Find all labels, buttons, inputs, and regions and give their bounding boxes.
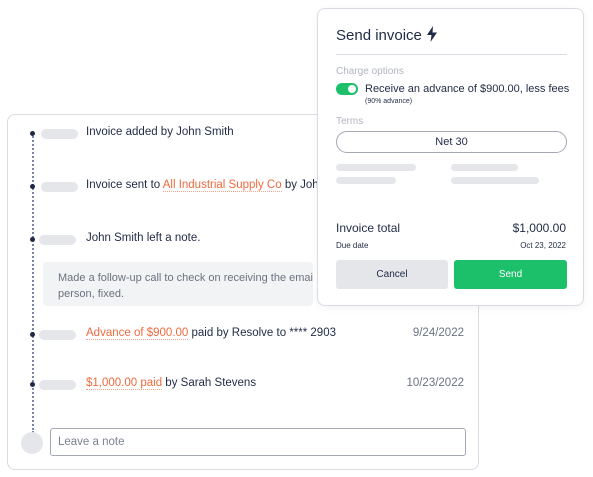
entry-text-suffix: by Sarah Stevens	[162, 377, 257, 389]
advance-label: Receive an advance of $900.00, less fees	[365, 83, 570, 95]
entry-text-suffix: paid by Resolve to **** 2903	[188, 327, 337, 339]
send-button[interactable]: Send	[454, 260, 567, 289]
advance-link[interactable]: Advance of $900.00	[86, 327, 189, 340]
timeline-dot	[30, 131, 35, 136]
due-date-label: Due date	[336, 241, 369, 250]
entry-text-prefix: John Smith left a note.	[86, 232, 201, 244]
entry-placeholder-pill	[41, 129, 78, 139]
skeleton-line	[336, 164, 416, 171]
activity-entry: Advance of $900.00 paid by Resolve to **…	[8, 325, 478, 345]
panel-title: Send invoice	[336, 27, 422, 44]
skeleton-line	[336, 177, 396, 184]
invoice-total-value: $1,000.00	[512, 221, 566, 235]
send-invoice-panel: Send invoice Charge options Receive an a…	[317, 8, 584, 306]
terms-select[interactable]: Net 30	[336, 131, 567, 153]
skeleton-line	[451, 177, 539, 184]
advance-sublabel: (90% advance)	[365, 98, 413, 105]
charge-options-label: Charge options	[336, 66, 404, 77]
entry-text: John Smith left a note.	[86, 232, 200, 244]
customer-link[interactable]: All Industrial Supply Co	[162, 179, 282, 192]
entry-text-prefix: Invoice sent to	[86, 179, 163, 191]
entry-text: Advance of $900.00 paid by Resolve to **…	[86, 327, 337, 340]
cancel-button[interactable]: Cancel	[336, 260, 448, 289]
avatar	[21, 432, 43, 454]
terms-label: Terms	[336, 116, 364, 127]
activity-entry: $1,000.00 paid by Sarah Stevens 10/23/20…	[8, 375, 478, 395]
timeline-dot	[30, 237, 35, 242]
entry-text: $1,000.00 paid by Sarah Stevens	[86, 377, 257, 390]
invoice-total-label: Invoice total	[336, 221, 401, 235]
payment-link[interactable]: $1,000.00 paid	[86, 377, 163, 390]
due-date-value: Oct 23, 2022	[520, 241, 566, 250]
entry-placeholder-pill	[39, 380, 76, 390]
timeline-dot	[30, 184, 35, 189]
divider	[336, 54, 567, 55]
skeleton-line	[451, 164, 518, 171]
note-line: person, fixed.	[58, 288, 125, 300]
note-line: Made a follow-up call to check on receiv…	[58, 272, 313, 284]
entry-text-prefix: Invoice added by John Smith	[86, 126, 234, 138]
lightning-bolt-icon	[427, 26, 437, 42]
entry-text: Invoice added by John Smith	[86, 126, 234, 138]
entry-placeholder-pill	[39, 330, 76, 340]
timeline-dot	[30, 332, 35, 337]
advance-toggle[interactable]	[336, 83, 358, 95]
timeline-dot	[30, 382, 35, 387]
entry-text: Invoice sent to All Industrial Supply Co…	[86, 179, 325, 192]
leave-note-input[interactable]	[50, 428, 466, 456]
entry-date: 9/24/2022	[412, 327, 464, 339]
entry-placeholder-pill	[41, 182, 78, 192]
entry-date: 10/23/2022	[406, 377, 464, 389]
note-content: Made a follow-up call to check on receiv…	[43, 262, 313, 306]
toggle-knob	[348, 85, 356, 93]
entry-placeholder-pill	[39, 235, 76, 245]
